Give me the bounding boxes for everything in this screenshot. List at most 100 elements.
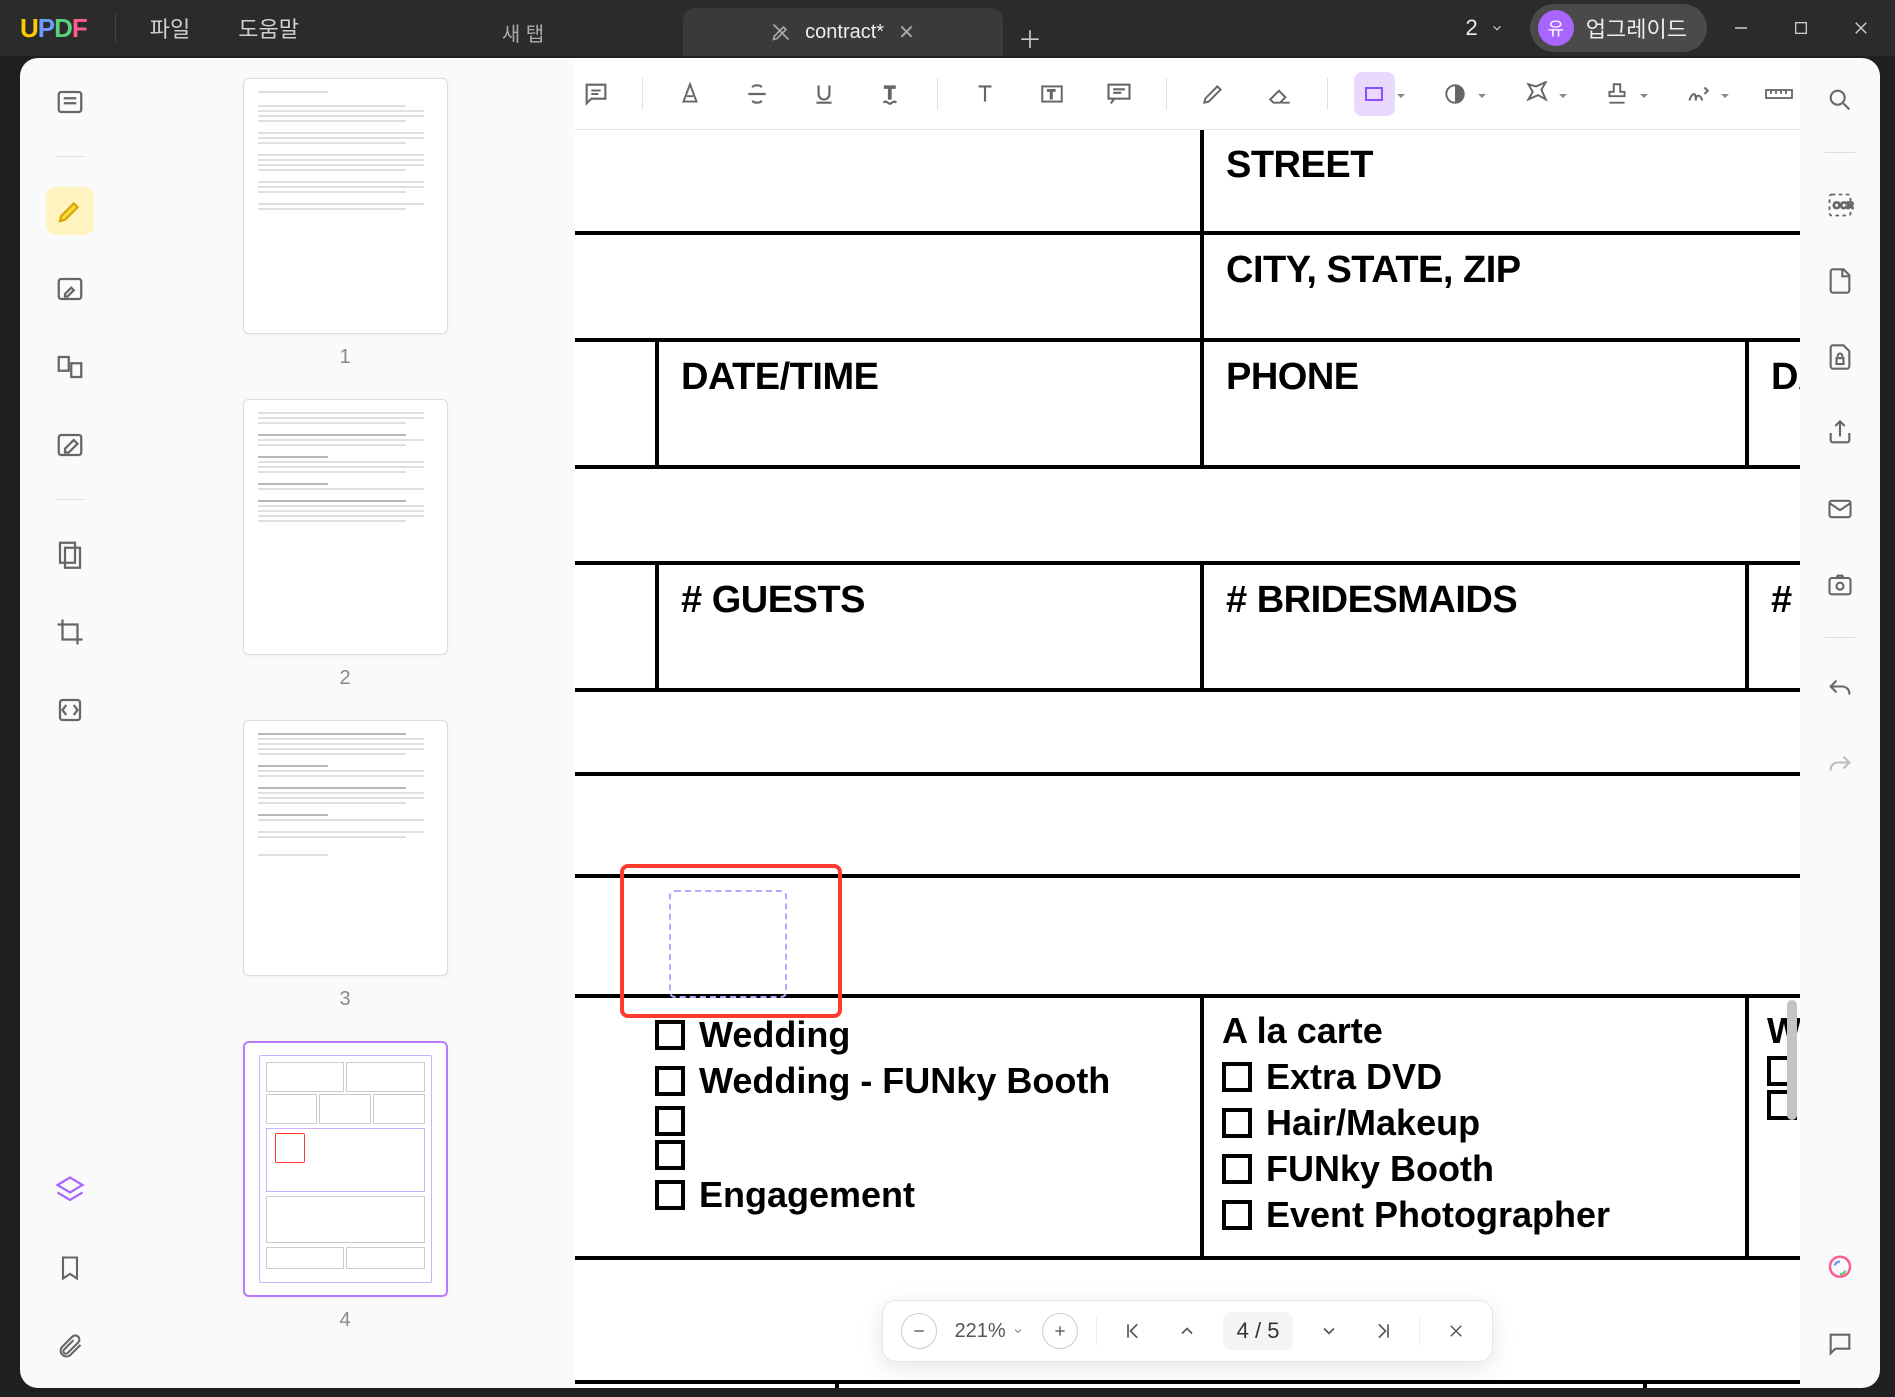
checkbox[interactable]: [1222, 1154, 1252, 1184]
zoom-in-button[interactable]: [1042, 1313, 1078, 1349]
thumbnail-item[interactable]: 3: [160, 720, 530, 1011]
comment-icon[interactable]: [575, 72, 616, 116]
underline-icon[interactable]: [803, 72, 844, 116]
first-page-button[interactable]: [1115, 1313, 1151, 1349]
convert-icon[interactable]: [46, 686, 94, 734]
typewriter-icon[interactable]: T: [1031, 72, 1072, 116]
toolbar-separator: [1327, 78, 1328, 110]
pencil-off-icon: [771, 22, 791, 42]
right-rail-bottom: [1800, 1244, 1880, 1368]
layers-icon[interactable]: [46, 1166, 94, 1214]
screenshot-icon[interactable]: [1816, 561, 1864, 609]
zoom-level: 221%: [955, 1320, 1006, 1343]
crop-icon[interactable]: [46, 608, 94, 656]
email-icon[interactable]: [1816, 485, 1864, 533]
scrollbar-thumb[interactable]: [1787, 1000, 1797, 1120]
tab-active[interactable]: contract* ✕: [683, 8, 1003, 56]
toolbar-separator: [937, 78, 938, 110]
avatar: 유: [1538, 10, 1574, 46]
highlighter-icon[interactable]: [46, 187, 94, 235]
tab-close-icon[interactable]: ✕: [898, 20, 915, 45]
package-option: Wedding: [699, 1014, 850, 1056]
checkbox[interactable]: [655, 1066, 685, 1096]
tab-new[interactable]: 새 탭: [363, 8, 683, 56]
checkbox[interactable]: [655, 1106, 685, 1136]
signature-icon[interactable]: [1678, 72, 1719, 116]
thumbnail-item[interactable]: 4: [160, 1041, 530, 1332]
page-canvas[interactable]: STREET CITY, STATE, ZIP DATE/TIME PHONE …: [575, 130, 1800, 1388]
zoom-navigation-bar: 221% 4 / 5: [882, 1300, 1494, 1362]
thumbnail-panel[interactable]: 1 2 3: [120, 58, 570, 1388]
ruler-icon[interactable]: [1759, 72, 1800, 116]
strikethrough-icon[interactable]: [736, 72, 777, 116]
new-tab-button[interactable]: ＋: [1011, 18, 1049, 56]
menu-help[interactable]: 도움말: [238, 12, 299, 44]
tab-count-dropdown[interactable]: 2: [1448, 9, 1522, 47]
upgrade-label: 업그레이드: [1586, 12, 1687, 44]
titlebar: UPDF 파일 도움말 새 탭 contract* ✕ ＋ 2 유 업그레이드: [0, 0, 1895, 56]
zoom-dropdown[interactable]: 221%: [955, 1320, 1024, 1343]
text-box-icon[interactable]: [964, 72, 1005, 116]
form-edit-icon[interactable]: [46, 421, 94, 469]
reader-mode-icon[interactable]: [46, 78, 94, 126]
share-icon[interactable]: [1816, 409, 1864, 457]
undo-icon[interactable]: [1816, 666, 1864, 714]
svg-text:T: T: [884, 82, 895, 102]
next-page-button[interactable]: [1311, 1313, 1347, 1349]
callout-icon[interactable]: [1098, 72, 1139, 116]
upgrade-button[interactable]: 유 업그레이드: [1530, 4, 1707, 52]
redo-icon[interactable]: [1816, 742, 1864, 790]
form-field-phone: PHONE: [1200, 342, 1745, 465]
last-page-button[interactable]: [1365, 1313, 1401, 1349]
squiggly-icon[interactable]: T: [870, 72, 911, 116]
app-logo: UPDF: [20, 13, 87, 44]
checkbox[interactable]: [1222, 1062, 1252, 1092]
highlight-text-icon[interactable]: [669, 72, 710, 116]
titlebar-separator: [115, 14, 116, 42]
bookmark-icon[interactable]: [46, 1244, 94, 1292]
pencil-icon[interactable]: [1192, 72, 1233, 116]
page-indicator[interactable]: 4 / 5: [1223, 1312, 1294, 1350]
tab-count: 2: [1466, 15, 1478, 41]
rectangle-shape-icon[interactable]: [1354, 72, 1395, 116]
form-field-g-partial: # G: [1745, 565, 1800, 688]
chevron-down-icon: [1490, 21, 1504, 35]
rail-separator: [1825, 637, 1855, 638]
organize-pages-icon[interactable]: [46, 343, 94, 391]
thumbnail-item[interactable]: 1: [160, 78, 530, 369]
form-field-bottom-left: d print release: [575, 1384, 835, 1388]
shape-fill-icon[interactable]: [1435, 72, 1476, 116]
export-icon[interactable]: [1816, 257, 1864, 305]
annotation-toolbar: T T: [575, 58, 1800, 130]
compress-icon[interactable]: [46, 530, 94, 578]
checkbox[interactable]: [1222, 1200, 1252, 1230]
edit-text-icon[interactable]: [46, 265, 94, 313]
thumbnail-item[interactable]: 2: [160, 399, 530, 690]
attachment-icon[interactable]: [46, 1322, 94, 1370]
sticky-note-icon[interactable]: [1516, 72, 1557, 116]
window-minimize[interactable]: [1715, 8, 1767, 48]
checkbox[interactable]: [655, 1180, 685, 1210]
search-icon[interactable]: [1816, 76, 1864, 124]
stamp-icon[interactable]: [1597, 72, 1638, 116]
shape-draft-preview[interactable]: [669, 890, 787, 998]
checkbox[interactable]: [655, 1140, 685, 1170]
close-zoom-bar[interactable]: [1438, 1313, 1474, 1349]
form-field-bridesmaids: # BRIDESMAIDS: [1200, 565, 1745, 688]
protect-icon[interactable]: [1816, 333, 1864, 381]
zoom-out-button[interactable]: [901, 1313, 937, 1349]
checkbox[interactable]: [655, 1020, 685, 1050]
ocr-icon[interactable]: OCR: [1816, 181, 1864, 229]
menu-file[interactable]: 파일: [150, 12, 190, 44]
zoom-separator: [1096, 1317, 1097, 1345]
window-maximize[interactable]: [1775, 8, 1827, 48]
checkbox[interactable]: [1222, 1108, 1252, 1138]
window-close[interactable]: [1835, 8, 1887, 48]
eraser-icon[interactable]: [1260, 72, 1301, 116]
form-field-datetime: DATE/TIME: [655, 342, 1200, 465]
chat-icon[interactable]: [1816, 1320, 1864, 1368]
svg-text:OCR: OCR: [1833, 201, 1854, 211]
ai-assistant-icon[interactable]: [1816, 1244, 1864, 1292]
prev-page-button[interactable]: [1169, 1313, 1205, 1349]
pdf-page: STREET CITY, STATE, ZIP DATE/TIME PHONE …: [575, 130, 1800, 1388]
